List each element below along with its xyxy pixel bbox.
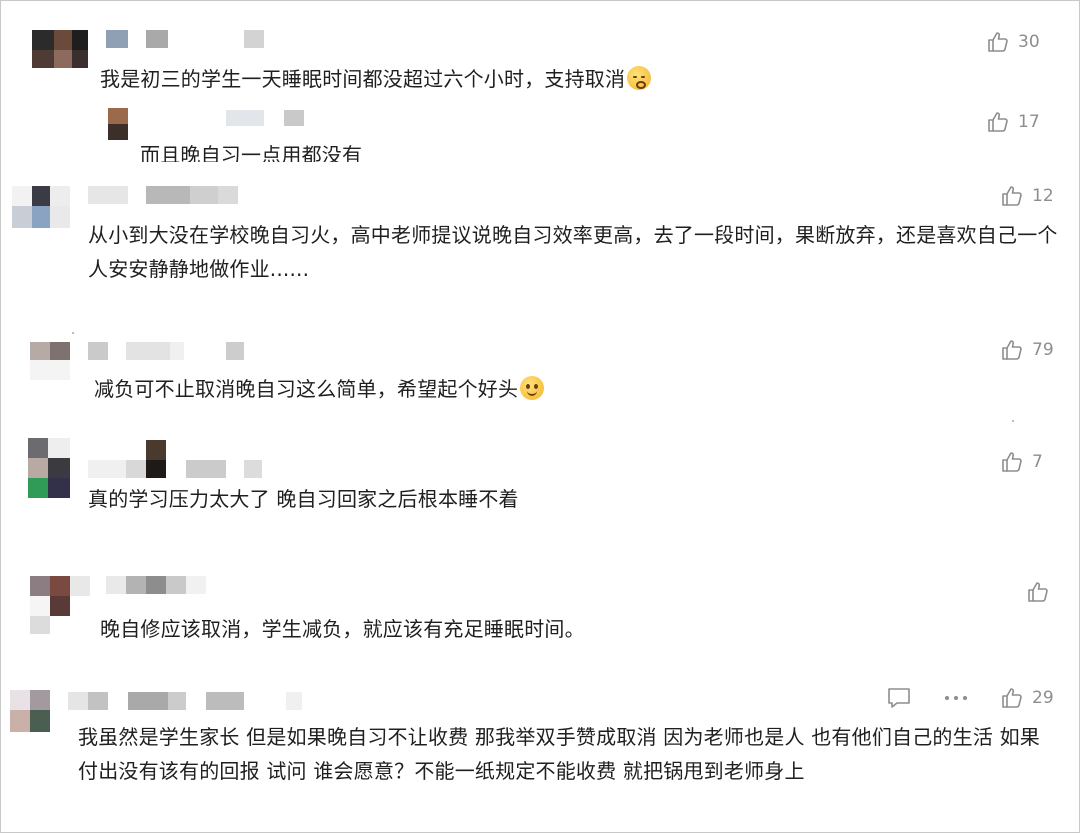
username-redacted[interactable] (88, 186, 248, 206)
thumbs-up-icon (1002, 186, 1022, 206)
username-redacted[interactable] (106, 576, 216, 596)
avatar[interactable] (10, 690, 50, 732)
sleepy-face-emoji (627, 66, 652, 90)
avatar[interactable] (108, 108, 128, 140)
comment-text: 我是初三的学生一天睡眠时间都没超过六个小时，支持取消 (100, 62, 1000, 96)
like-count: 17 (1018, 112, 1040, 132)
username-redacted[interactable] (88, 342, 248, 362)
avatar[interactable] (30, 342, 70, 380)
avatar[interactable] (32, 30, 88, 68)
more-button[interactable] (942, 686, 970, 710)
thumbs-up-icon (1002, 688, 1022, 708)
comment-text: 从小到大没在学校晚自习火，高中老师提议说晚自习效率更高，去了一段时间，果断放弃，… (88, 223, 1058, 281)
reply-button[interactable] (886, 686, 912, 710)
comment-text: 我虽然是学生家长 但是如果晚自习不让收费 那我举双手赞成取消 因为老师也是人 也… (78, 725, 1040, 783)
comment-text: 晚自修应该取消，学生减负，就应该有充足睡眠时间。 (100, 617, 585, 641)
speck (72, 332, 74, 334)
thumbs-up-icon (1028, 582, 1048, 602)
avatar[interactable] (28, 438, 70, 498)
comment-text: 减负可不止取消晚自习这么简单，希望起个好头 (94, 372, 994, 406)
thumbs-up-icon (988, 32, 1008, 52)
avatar[interactable] (12, 186, 70, 228)
username-redacted[interactable] (88, 440, 288, 478)
like-button[interactable]: 12 (1000, 184, 1054, 208)
thumbs-up-icon (988, 112, 1008, 132)
like-button[interactable]: 7 (1000, 450, 1043, 474)
comment-text: 真的学习压力太大了 晚自习回家之后根本睡不着 (88, 487, 519, 511)
like-button[interactable] (1026, 580, 1058, 604)
like-button[interactable]: 30 (986, 30, 1040, 54)
username-redacted[interactable] (226, 110, 306, 128)
username-redacted[interactable] (106, 30, 266, 50)
more-icon (945, 696, 967, 700)
comment-icon (888, 688, 910, 708)
like-count: 30 (1018, 32, 1040, 52)
speck (1012, 420, 1014, 422)
thumbs-up-icon (1002, 452, 1022, 472)
like-button[interactable]: 79 (1000, 338, 1054, 362)
like-count: 29 (1032, 688, 1054, 708)
like-count: 79 (1032, 340, 1054, 360)
username-redacted[interactable] (68, 692, 308, 712)
like-button[interactable]: 29 (1000, 686, 1054, 710)
reply-text-clip: 而且晚自习一点用都没有 (140, 142, 740, 162)
smiling-face-emoji (520, 376, 545, 400)
like-button[interactable]: 17 (986, 110, 1040, 134)
comment-text: 而且晚自习一点用都没有 (140, 143, 363, 162)
avatar[interactable] (30, 576, 90, 634)
thumbs-up-icon (1002, 340, 1022, 360)
like-count: 12 (1032, 186, 1054, 206)
like-count: 7 (1032, 452, 1043, 472)
